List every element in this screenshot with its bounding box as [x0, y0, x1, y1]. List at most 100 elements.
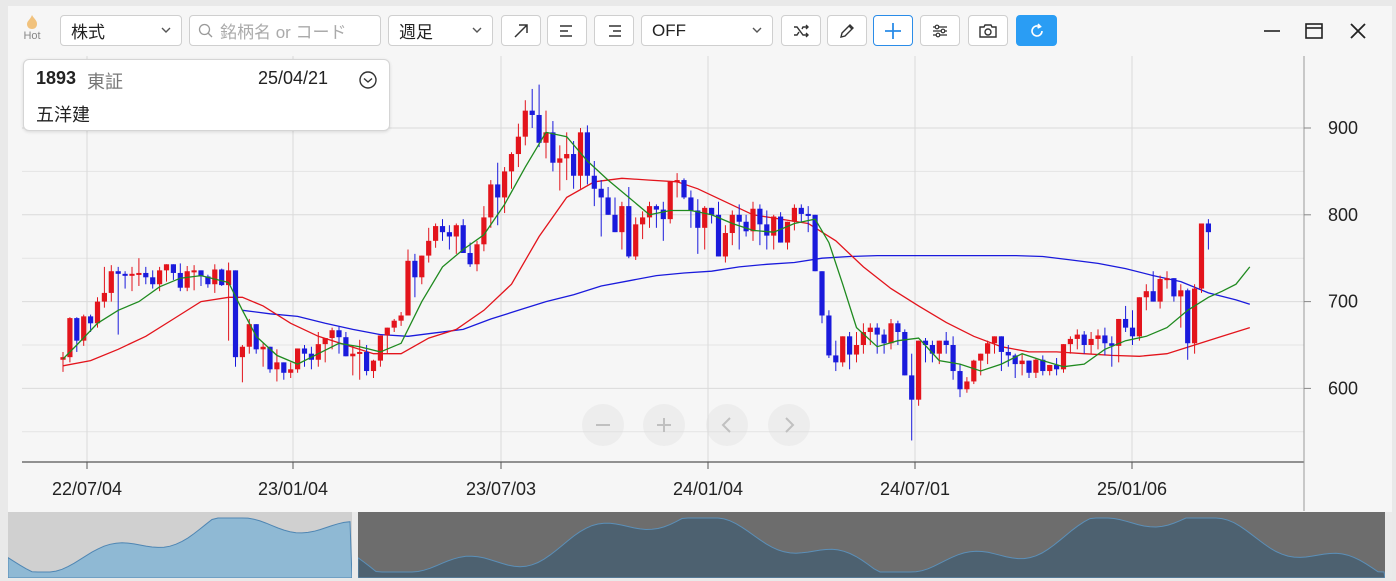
candle-body	[1171, 278, 1177, 297]
candle-body	[847, 336, 853, 355]
market-select-value: 株式	[71, 23, 105, 42]
candle-body	[108, 271, 114, 293]
candle-body	[874, 327, 880, 335]
pencil-icon	[840, 23, 854, 38]
range-navigator[interactable]	[8, 512, 1392, 578]
candle-body	[667, 181, 673, 220]
candle-body	[336, 330, 342, 338]
candle-body	[1005, 351, 1011, 356]
candle-body	[1205, 223, 1211, 233]
minimize-icon[interactable]	[1260, 19, 1284, 43]
candle-body	[598, 188, 604, 198]
range-handle-left[interactable]	[352, 512, 358, 578]
candle-body	[295, 348, 301, 370]
candle-body	[522, 110, 528, 137]
candle-body	[1150, 291, 1156, 302]
x-tick-label: 24/07/01	[880, 479, 950, 499]
candle-body	[281, 362, 287, 373]
candle-body	[412, 260, 418, 278]
period-select[interactable]: 週足	[388, 15, 493, 46]
align-right-icon	[609, 24, 621, 37]
refresh-icon	[1030, 22, 1043, 37]
maximize-icon[interactable]	[1302, 19, 1326, 43]
arrow-up-right-icon	[514, 23, 528, 38]
align-right-button[interactable]	[594, 15, 634, 46]
align-left-button[interactable]	[547, 15, 587, 46]
candle-body	[122, 273, 128, 276]
candle-body	[364, 351, 370, 372]
candle-body	[274, 362, 280, 370]
stock-name: 五洋建	[36, 105, 90, 125]
scroll-right-button[interactable]	[768, 404, 810, 446]
candle-body	[626, 206, 632, 257]
scroll-left-button[interactable]	[706, 404, 748, 446]
chevron-circle-down-icon[interactable]	[358, 70, 378, 90]
candle-body	[1047, 364, 1053, 372]
candle-body	[1074, 334, 1080, 339]
chevron-right-icon	[785, 417, 795, 433]
shuffle-button[interactable]	[781, 15, 821, 46]
candle-body	[895, 323, 901, 332]
candle-body	[1033, 359, 1039, 373]
candle-body	[405, 260, 411, 316]
x-tick-label: 24/01/04	[673, 479, 743, 499]
hot-label: Hot	[23, 30, 41, 42]
candle-body	[950, 345, 956, 372]
x-tick-label: 23/07/03	[466, 479, 536, 499]
candle-body	[398, 315, 404, 321]
candle-body	[377, 335, 383, 361]
candle-body	[453, 225, 459, 237]
zoom-out-button[interactable]	[582, 404, 624, 446]
close-icon[interactable]	[1346, 19, 1370, 43]
screenshot-button[interactable]	[968, 15, 1008, 46]
candle-body	[350, 353, 356, 357]
candle-body	[1192, 288, 1198, 344]
candle-body	[1164, 278, 1170, 281]
candle-body	[543, 132, 549, 143]
candle-body	[653, 206, 659, 210]
stock-code: 1893	[36, 68, 77, 88]
trendline-button[interactable]	[501, 15, 541, 46]
period-select-value: 週足	[399, 23, 433, 42]
candle-body	[550, 132, 556, 163]
search-input[interactable]: 銘柄名 or コード	[189, 15, 381, 46]
candle-body	[502, 171, 508, 198]
candle-body	[750, 208, 756, 232]
y-tick-label: 900	[1328, 118, 1358, 138]
draw-button[interactable]	[827, 15, 867, 46]
candle-body	[433, 226, 439, 241]
candle-body	[564, 154, 570, 159]
x-tick-label: 25/01/06	[1097, 479, 1167, 499]
candle-body	[1129, 327, 1136, 337]
hot-button[interactable]: Hot	[16, 14, 48, 48]
candle-body	[143, 272, 149, 278]
search-placeholder: 銘柄名 or コード	[220, 23, 347, 42]
y-tick-label: 800	[1328, 205, 1358, 225]
candle-body	[646, 206, 653, 218]
candle-body	[688, 197, 694, 211]
settings-button[interactable]	[920, 15, 960, 46]
candle-body	[515, 136, 521, 155]
zoom-in-button[interactable]	[643, 404, 685, 446]
range-handle-right[interactable]	[1385, 512, 1392, 578]
candle-body	[881, 334, 887, 344]
candle-body	[805, 213, 811, 216]
candle-body	[391, 320, 397, 328]
candle-body	[971, 360, 977, 382]
candle-body	[495, 184, 501, 198]
indicator-select[interactable]: OFF	[641, 15, 773, 46]
candle-body	[1123, 318, 1129, 328]
candle-body	[426, 240, 432, 256]
crosshair-button[interactable]	[873, 15, 913, 46]
candle-body	[1095, 335, 1101, 339]
refresh-button[interactable]	[1016, 15, 1057, 46]
candle-body	[867, 327, 873, 332]
candle-body	[343, 337, 349, 357]
candle-body	[1157, 279, 1163, 302]
camera-icon	[979, 23, 997, 38]
market-select[interactable]: 株式	[60, 15, 182, 46]
candle-body	[322, 338, 328, 345]
candle-body	[640, 217, 646, 225]
candle-body	[571, 154, 577, 176]
candle-body	[357, 351, 363, 354]
